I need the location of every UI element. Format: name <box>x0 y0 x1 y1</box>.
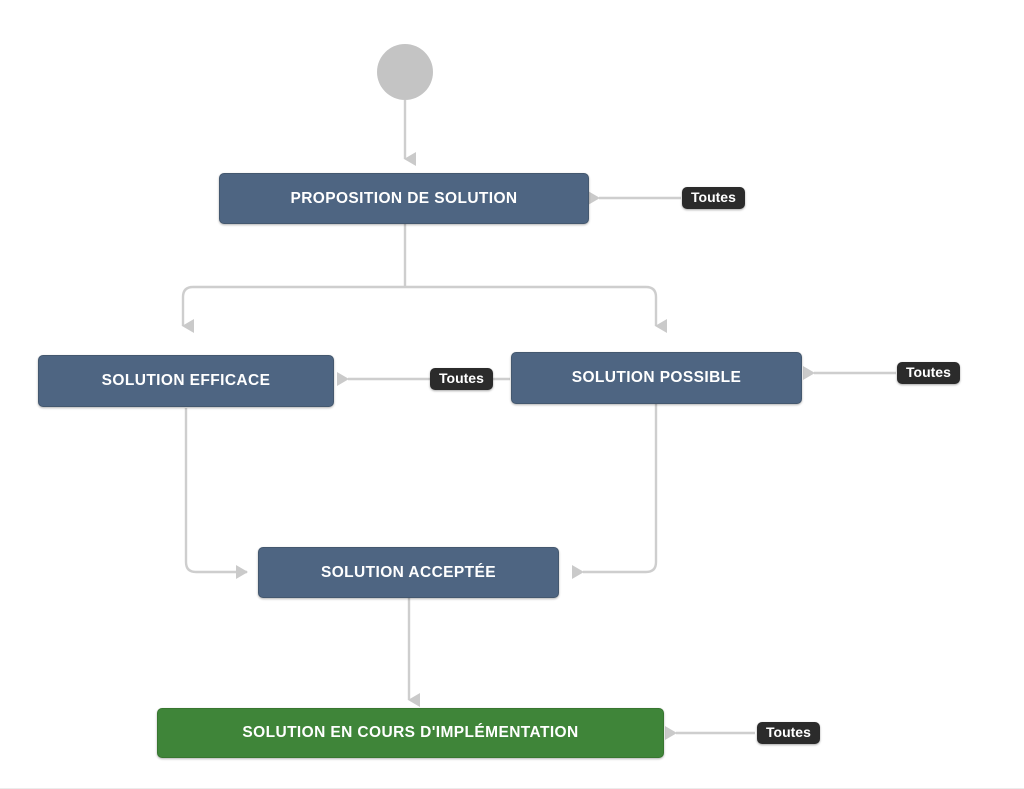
badge-toutes-proposition[interactable]: Toutes <box>682 187 745 209</box>
edge-possible-to-acceptee <box>572 404 658 579</box>
node-solution-efficace[interactable]: SOLUTION EFFICACE <box>38 355 334 407</box>
node-proposition-de-solution[interactable]: PROPOSITION DE SOLUTION <box>219 173 589 224</box>
start-node[interactable] <box>377 44 433 100</box>
edge-efficace-to-acceptee <box>184 408 248 579</box>
node-solution-en-cours-implementation[interactable]: SOLUTION EN COURS D'IMPLÉMENTATION <box>157 708 664 758</box>
badge-toutes-implementation[interactable]: Toutes <box>757 722 820 744</box>
badge-toutes-possible[interactable]: Toutes <box>897 362 960 384</box>
flowchart-canvas: PROPOSITION DE SOLUTION SOLUTION EFFICAC… <box>0 0 1024 789</box>
node-solution-acceptee[interactable]: SOLUTION ACCEPTÉE <box>258 547 559 598</box>
badge-toutes-efficace[interactable]: Toutes <box>430 368 493 390</box>
edge-proposition-to-possible <box>405 285 667 333</box>
edge-proposition-to-efficace <box>181 285 405 333</box>
node-solution-possible[interactable]: SOLUTION POSSIBLE <box>511 352 802 404</box>
